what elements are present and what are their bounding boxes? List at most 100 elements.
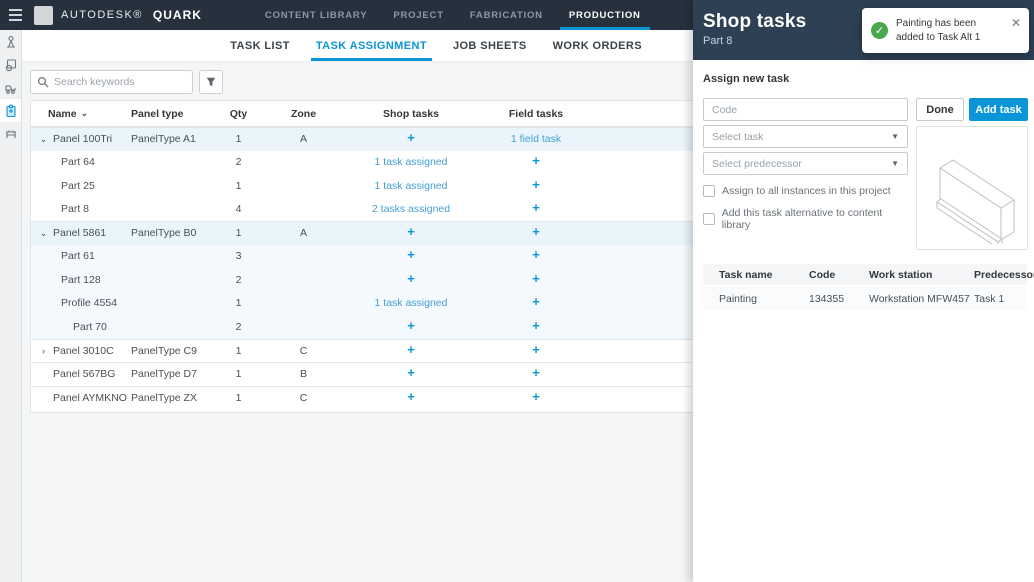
column-header-name[interactable]: Name bbox=[48, 108, 77, 120]
main-content: Name ⌄ Panel type Qty Zone Shop tasks Fi… bbox=[22, 62, 693, 582]
shop-task-action[interactable]: + bbox=[407, 224, 415, 239]
shop-task-action[interactable]: 2 tasks assigned bbox=[372, 203, 450, 215]
add-to-content-library-option[interactable]: Add this task alternative to content lib… bbox=[703, 207, 908, 231]
expander-icon[interactable]: › bbox=[39, 346, 48, 356]
brand-name: AUTODESK® bbox=[61, 9, 143, 21]
hamburger-menu-icon[interactable] bbox=[0, 0, 30, 30]
row-qty: 2 bbox=[216, 156, 261, 168]
task-select-value: Select task bbox=[712, 131, 763, 143]
table-row[interactable]: ⌄Panel 100Tri PanelType A1 1 A + 1 field… bbox=[31, 127, 693, 151]
surveyor-icon[interactable] bbox=[0, 30, 21, 53]
tab-job-sheets[interactable]: JOB SHEETS bbox=[440, 30, 540, 61]
assign-all-instances-option[interactable]: Assign to all instances in this project bbox=[703, 185, 908, 197]
assigned-table-header: Task name Code Work station Predecessor bbox=[703, 264, 1027, 287]
row-panel-type: PanelType ZX bbox=[131, 392, 216, 404]
tab-task-assignment[interactable]: TASK ASSIGNMENT bbox=[303, 30, 440, 61]
field-task-action[interactable]: + bbox=[532, 389, 540, 404]
shop-task-action[interactable]: + bbox=[407, 271, 415, 286]
search-icon bbox=[37, 76, 49, 88]
shop-task-action[interactable]: + bbox=[407, 247, 415, 262]
shop-tasks-panel: Shop tasks Part 8 Assign new task Select… bbox=[693, 0, 1034, 582]
table-row[interactable]: Part 61 3 + + bbox=[31, 245, 693, 269]
tab-task-list[interactable]: TASK LIST bbox=[217, 30, 303, 61]
sort-icon[interactable]: ⌄ bbox=[81, 108, 89, 119]
column-header-panel-type[interactable]: Panel type bbox=[131, 108, 216, 120]
assigned-task-row[interactable]: Painting 134355 Workstation MFW457 Task … bbox=[703, 287, 1027, 310]
shop-task-action[interactable]: + bbox=[407, 389, 415, 404]
workbench-icon[interactable] bbox=[0, 122, 21, 145]
filter-button[interactable] bbox=[199, 70, 223, 94]
row-zone: B bbox=[261, 368, 346, 380]
table-row[interactable]: Profile 4554 1 1 task assigned + bbox=[31, 292, 693, 316]
close-icon[interactable]: ✕ bbox=[1011, 16, 1021, 30]
tab-work-orders[interactable]: WORK ORDERS bbox=[540, 30, 655, 61]
table-row[interactable]: Part 8 4 2 tasks assigned + bbox=[31, 198, 693, 222]
shop-task-action[interactable]: + bbox=[407, 365, 415, 380]
column-header-field-tasks[interactable]: Field tasks bbox=[476, 108, 596, 120]
column-header-task-name: Task name bbox=[719, 269, 809, 281]
filter-icon bbox=[205, 76, 217, 88]
table-row[interactable]: Part 70 2 + + bbox=[31, 315, 693, 339]
nav-item-content-library[interactable]: CONTENT LIBRARY bbox=[252, 0, 380, 30]
success-check-icon: ✓ bbox=[871, 22, 888, 39]
field-task-action[interactable]: + bbox=[532, 294, 540, 309]
field-task-action[interactable]: + bbox=[532, 200, 540, 215]
task-select[interactable]: Select task ▼ bbox=[703, 125, 908, 148]
table-row[interactable]: Panel AYMKNO PanelType ZX 1 C + + bbox=[31, 386, 693, 410]
column-header-work-station: Work station bbox=[869, 269, 974, 281]
add-task-button[interactable]: Add task bbox=[969, 98, 1028, 121]
field-task-action[interactable]: + bbox=[532, 318, 540, 333]
table-row[interactable]: ⌄Panel 5861 PanelType B0 1 A + + bbox=[31, 221, 693, 245]
column-header-qty[interactable]: Qty bbox=[216, 108, 261, 120]
shop-task-action[interactable]: 1 task assigned bbox=[375, 180, 448, 192]
row-name: Panel 3010C bbox=[53, 345, 114, 357]
column-header-shop-tasks[interactable]: Shop tasks bbox=[346, 108, 476, 120]
row-name: Part 25 bbox=[61, 180, 95, 192]
package-icon[interactable] bbox=[0, 53, 21, 76]
field-task-action[interactable]: + bbox=[532, 177, 540, 192]
table-row[interactable]: Part 64 2 1 task assigned + bbox=[31, 151, 693, 175]
row-qty: 1 bbox=[216, 297, 261, 309]
forklift-icon[interactable] bbox=[0, 76, 21, 99]
field-task-action[interactable]: + bbox=[532, 342, 540, 357]
shop-task-action[interactable]: 1 task assigned bbox=[375, 297, 448, 309]
row-qty: 4 bbox=[216, 203, 261, 215]
task-code-cell: 134355 bbox=[809, 293, 869, 305]
row-panel-type: PanelType D7 bbox=[131, 368, 216, 380]
search-input[interactable] bbox=[54, 76, 186, 88]
expander-icon[interactable]: ⌄ bbox=[39, 228, 48, 239]
field-task-action[interactable]: 1 field task bbox=[511, 133, 561, 145]
table-row[interactable]: Part 25 1 1 task assigned + bbox=[31, 174, 693, 198]
table-row[interactable]: Part 128 2 + + bbox=[31, 268, 693, 292]
field-task-action[interactable]: + bbox=[532, 271, 540, 286]
nav-item-production[interactable]: PRODUCTION bbox=[556, 0, 654, 30]
table-row[interactable]: Panel 567BG PanelType D7 1 B + + bbox=[31, 362, 693, 386]
clipboard-icon[interactable] bbox=[0, 99, 21, 122]
shop-task-action[interactable]: + bbox=[407, 342, 415, 357]
row-qty: 2 bbox=[216, 274, 261, 286]
field-task-action[interactable]: + bbox=[532, 247, 540, 262]
checkbox-unchecked[interactable] bbox=[703, 185, 715, 197]
column-header-zone[interactable]: Zone bbox=[261, 108, 346, 120]
toast-notification: ✓ Painting has been added to Task Alt 1 … bbox=[862, 8, 1029, 53]
done-button[interactable]: Done bbox=[916, 98, 964, 121]
checkbox-unchecked[interactable] bbox=[703, 213, 715, 225]
table-header: Name ⌄ Panel type Qty Zone Shop tasks Fi… bbox=[31, 101, 693, 127]
field-task-action[interactable]: + bbox=[532, 224, 540, 239]
search-row bbox=[30, 70, 693, 94]
left-sidebar bbox=[0, 30, 22, 582]
shop-task-action[interactable]: 1 task assigned bbox=[375, 156, 448, 168]
table-row[interactable]: ›Panel 3010C PanelType C9 1 C + + bbox=[31, 339, 693, 363]
nav-item-project[interactable]: PROJECT bbox=[380, 0, 456, 30]
field-task-action[interactable]: + bbox=[532, 153, 540, 168]
nav-item-fabrication[interactable]: FABRICATION bbox=[457, 0, 556, 30]
expander-icon[interactable]: ⌄ bbox=[39, 134, 48, 145]
field-task-action[interactable]: + bbox=[532, 365, 540, 380]
predecessor-select[interactable]: Select predecessor ▼ bbox=[703, 152, 908, 175]
shop-task-action[interactable]: + bbox=[407, 318, 415, 333]
shop-task-action[interactable]: + bbox=[407, 130, 415, 145]
predecessor-cell: Task 1 bbox=[974, 293, 1027, 305]
row-qty: 1 bbox=[216, 345, 261, 357]
code-input[interactable] bbox=[712, 104, 899, 116]
row-qty: 1 bbox=[216, 368, 261, 380]
